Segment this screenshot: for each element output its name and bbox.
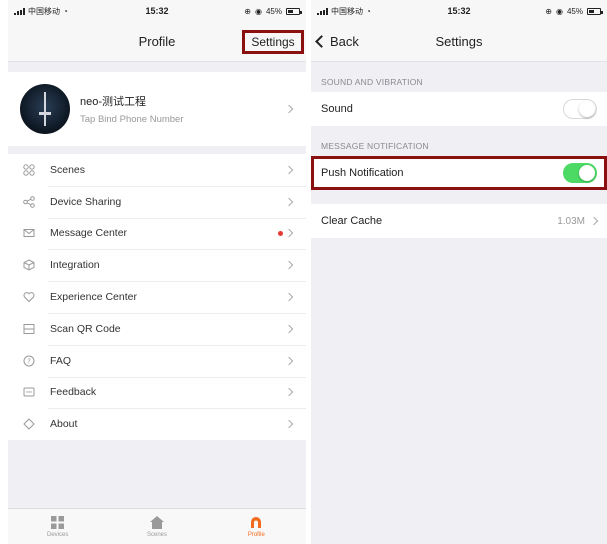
chevron-right-icon (589, 216, 599, 226)
section-header-sound: SOUND AND VIBRATION (321, 77, 423, 87)
page-title: Settings (435, 34, 483, 49)
unread-badge (278, 231, 283, 237)
question-icon: ? (22, 354, 36, 368)
bind-phone-hint: Tap Bind Phone Number (80, 114, 184, 125)
menu-label: Integration (50, 259, 100, 272)
chevron-left-icon (315, 35, 328, 48)
clear-cache-row[interactable]: Clear Cache 1.03M (311, 204, 607, 238)
push-notification-row: Push Notification (311, 156, 607, 190)
menu-item-message-center[interactable]: Message Center (8, 217, 306, 250)
menu-label: Message Center (50, 227, 128, 240)
menu-label: Device Sharing (50, 195, 122, 208)
battery-percent: 45% (265, 6, 282, 16)
tab-profile[interactable]: Profile (207, 509, 306, 544)
wifi-icon: ◔ (366, 6, 371, 16)
menu-item-about[interactable]: About (8, 408, 306, 440)
chevron-right-icon (284, 388, 294, 397)
menu-item-device-sharing[interactable]: Device Sharing (8, 185, 306, 218)
battery-icon (587, 7, 603, 15)
nav-bar: Back Settings (311, 22, 607, 62)
push-notification-toggle[interactable] (563, 163, 597, 183)
grid-icon (51, 515, 65, 529)
user-name: neo-测试工程 (80, 96, 147, 108)
avatar (20, 84, 70, 134)
carrier: 中国移动 ◔ (317, 6, 371, 17)
alarm-icon: ◉ (556, 6, 563, 16)
carrier: 中国移动 ◔ (14, 6, 68, 17)
chevron-right-icon (284, 324, 294, 334)
menu-item-scan-qr-code[interactable]: Scan QR Code (8, 312, 306, 345)
sound-label: Sound (321, 103, 353, 115)
clear-cache-label: Clear Cache (321, 215, 383, 227)
chevron-right-icon (284, 197, 294, 206)
orientation-lock-icon: ⊕ (545, 6, 552, 16)
profile-screen: 中国移动 ◔ 15:32 ⊕ ◉ 45% Profile Settings ne… (8, 0, 306, 544)
menu-label: About (50, 418, 78, 431)
battery-percent: 45% (566, 6, 583, 16)
tab-devices[interactable]: Devices (8, 509, 107, 544)
integration-icon (22, 258, 36, 272)
menu-item-feedback[interactable]: Feedback (8, 376, 306, 409)
share-icon (22, 195, 36, 209)
profile-menu: Scenes Device Sharing Message Center Int… (8, 154, 306, 441)
menu-label: FAQ (50, 354, 72, 367)
menu-label: Feedback (50, 386, 97, 399)
message-icon (22, 226, 36, 240)
menu-label: Scan QR Code (50, 322, 121, 335)
status-time: 15:32 (447, 6, 471, 16)
tab-label: Profile (247, 532, 265, 538)
scenes-icon (22, 163, 36, 177)
status-bar: 中国移动 ◔ 15:32 ⊕ ◉ 45% (8, 0, 306, 22)
settings-button[interactable]: Settings (242, 30, 304, 54)
back-button[interactable]: Back (315, 34, 359, 49)
toggle-knob (579, 101, 595, 117)
sound-toggle[interactable] (563, 99, 597, 119)
profile-icon (251, 517, 262, 528)
section-header-message: MESSAGE NOTIFICATION (321, 141, 429, 151)
menu-item-scenes[interactable]: Scenes (8, 154, 306, 186)
scan-icon (22, 322, 36, 336)
chevron-right-icon (284, 261, 294, 270)
wifi-icon: ◔ (63, 6, 68, 16)
chevron-right-icon (284, 292, 294, 302)
menu-label: Experience Center (50, 291, 137, 304)
diamond-icon (22, 417, 36, 431)
orientation-lock-icon: ⊕ (244, 6, 251, 16)
battery-icon (286, 7, 302, 15)
menu-item-faq[interactable]: ? FAQ (8, 344, 306, 377)
svg-text:?: ? (27, 357, 31, 365)
menu-item-experience-center[interactable]: Experience Center (8, 281, 306, 313)
alarm-icon: ◉ (255, 6, 262, 16)
feedback-icon (22, 385, 36, 399)
settings-screen: 中国移动 ◔ 15:32 ⊕ ◉ 45% Back Settings SOUND… (311, 0, 607, 544)
page-title: Profile (138, 34, 176, 49)
menu-label: Scenes (50, 163, 86, 176)
chevron-right-icon (284, 104, 294, 114)
nav-bar: Profile Settings (8, 22, 306, 62)
push-notification-label: Push Notification (321, 167, 404, 179)
signal-icon (14, 7, 25, 15)
chevron-right-icon (284, 165, 294, 175)
chevron-right-icon (284, 420, 294, 429)
chevron-right-icon (284, 229, 294, 238)
status-bar: 中国移动 ◔ 15:32 ⊕ ◉ 45% (311, 0, 607, 22)
cache-size: 1.03M (557, 215, 585, 227)
status-time: 15:32 (145, 6, 169, 16)
tab-bar: Devices Scenes Profile (8, 508, 306, 544)
tab-label: Scenes (146, 531, 167, 538)
chevron-right-icon (284, 356, 294, 365)
tab-label: Devices (46, 531, 69, 538)
heart-icon (22, 290, 36, 304)
signal-icon (317, 7, 328, 15)
toggle-knob (579, 165, 595, 181)
menu-item-integration[interactable]: Integration (8, 249, 306, 281)
profile-card[interactable]: neo-测试工程 Tap Bind Phone Number (8, 72, 306, 146)
home-icon (149, 515, 164, 529)
sound-row: Sound (311, 92, 607, 126)
tab-scenes[interactable]: Scenes (107, 509, 206, 544)
